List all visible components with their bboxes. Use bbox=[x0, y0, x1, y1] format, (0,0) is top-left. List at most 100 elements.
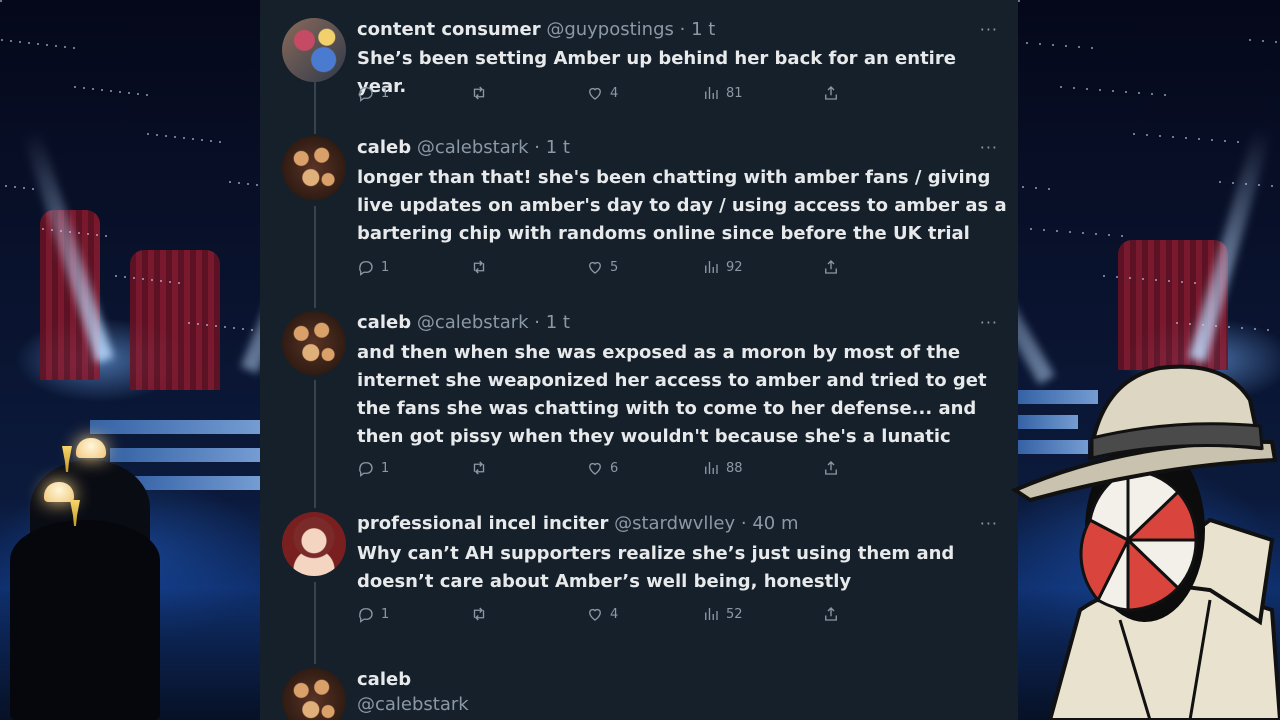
star-decoration bbox=[1241, 327, 1243, 329]
avatar[interactable] bbox=[282, 136, 346, 200]
star-decoration bbox=[119, 91, 121, 93]
reply-button[interactable]: 1 bbox=[357, 605, 389, 623]
views-button[interactable]: 81 bbox=[702, 84, 743, 102]
star-decoration bbox=[1056, 230, 1058, 232]
star-decoration bbox=[1022, 186, 1024, 188]
reply-count: 1 bbox=[381, 85, 390, 101]
views-icon bbox=[705, 462, 718, 474]
tweet-time[interactable]: · 1 t bbox=[534, 312, 570, 333]
avatar[interactable] bbox=[282, 668, 346, 720]
star-decoration bbox=[124, 276, 126, 278]
star-decoration bbox=[1091, 47, 1093, 49]
retweet-button[interactable] bbox=[470, 605, 488, 623]
star-decoration bbox=[1060, 86, 1062, 88]
views-button[interactable]: 88 bbox=[702, 459, 743, 477]
like-button[interactable]: 5 bbox=[586, 258, 618, 276]
share-button[interactable] bbox=[822, 605, 840, 623]
like-icon bbox=[589, 87, 601, 100]
tweet-time[interactable]: · 1 t bbox=[534, 137, 570, 158]
tweet[interactable]: content consumer @guypostings · 1 t ··· … bbox=[260, 18, 1018, 118]
avatar[interactable] bbox=[282, 512, 346, 576]
star-decoration bbox=[55, 45, 57, 47]
author-handle[interactable]: @calebstark bbox=[417, 312, 529, 333]
tweet[interactable]: caleb @calebstark · 1 t ··· and then whe… bbox=[260, 311, 1018, 491]
star-decoration bbox=[219, 141, 221, 143]
retweet-button[interactable] bbox=[470, 84, 488, 102]
star-decoration bbox=[10, 40, 12, 42]
more-icon[interactable]: ··· bbox=[980, 313, 998, 332]
star-decoration bbox=[1211, 139, 1213, 141]
like-icon bbox=[589, 462, 601, 475]
share-button[interactable] bbox=[822, 258, 840, 276]
like-button[interactable]: 4 bbox=[586, 605, 618, 623]
detective-mascot-illustration bbox=[1010, 364, 1280, 720]
star-decoration bbox=[14, 186, 16, 188]
retweet-icon bbox=[473, 86, 485, 100]
star-decoration bbox=[210, 140, 212, 142]
tweet-time[interactable]: · 40 m bbox=[741, 513, 799, 534]
star-decoration bbox=[1275, 41, 1277, 43]
author-handle[interactable]: @calebstark bbox=[417, 137, 529, 158]
star-decoration bbox=[188, 322, 190, 324]
avatar[interactable] bbox=[282, 311, 346, 375]
author-handle[interactable]: @stardwvlley bbox=[614, 513, 735, 534]
author-name[interactable]: caleb bbox=[357, 669, 411, 690]
star-decoration bbox=[1198, 138, 1200, 140]
tweet[interactable]: caleb @calebstark · 1 t ··· longer than … bbox=[260, 136, 1018, 286]
star-decoration bbox=[183, 137, 185, 139]
star-decoration bbox=[110, 90, 112, 92]
star-decoration bbox=[19, 41, 21, 43]
star-decoration bbox=[229, 181, 231, 183]
star-decoration bbox=[1176, 322, 1178, 324]
reply-icon bbox=[359, 608, 373, 623]
views-button[interactable]: 92 bbox=[702, 258, 743, 276]
views-button[interactable]: 52 bbox=[702, 605, 743, 623]
share-button[interactable] bbox=[822, 84, 840, 102]
star-decoration bbox=[1249, 39, 1251, 41]
star-decoration bbox=[1254, 328, 1256, 330]
star-decoration bbox=[1030, 228, 1032, 230]
more-icon[interactable]: ··· bbox=[980, 138, 998, 157]
more-icon[interactable]: ··· bbox=[980, 20, 998, 39]
tweet[interactable]: professional incel inciter @stardwvlley … bbox=[260, 512, 1018, 642]
star-decoration bbox=[1267, 329, 1269, 331]
star-decoration bbox=[1082, 232, 1084, 234]
retweet-button[interactable] bbox=[470, 459, 488, 477]
star-decoration bbox=[1108, 234, 1110, 236]
star-decoration bbox=[28, 42, 30, 44]
star-decoration bbox=[160, 280, 162, 282]
star-decoration bbox=[1155, 279, 1157, 281]
star-decoration bbox=[1202, 324, 1204, 326]
retweet-button[interactable] bbox=[470, 258, 488, 276]
star-decoration bbox=[1069, 231, 1071, 233]
star-decoration bbox=[1035, 187, 1037, 189]
reply-button[interactable]: 1 bbox=[357, 258, 389, 276]
star-decoration bbox=[1146, 134, 1148, 136]
tweet[interactable]: caleb @calebstark bbox=[260, 668, 1018, 720]
share-button[interactable] bbox=[822, 459, 840, 477]
like-button[interactable]: 4 bbox=[586, 84, 618, 102]
author-handle[interactable]: @calebstark bbox=[357, 694, 469, 715]
like-button[interactable]: 6 bbox=[586, 459, 618, 477]
like-icon bbox=[589, 608, 601, 621]
star-decoration bbox=[224, 326, 226, 328]
reply-button[interactable]: 1 bbox=[357, 459, 389, 477]
views-icon bbox=[705, 261, 718, 273]
tweet-text: Why can’t AH supporters realize she’s ju… bbox=[357, 543, 955, 592]
author-name[interactable]: caleb bbox=[357, 137, 411, 158]
star-decoration bbox=[1228, 326, 1230, 328]
more-icon[interactable]: ··· bbox=[980, 514, 998, 533]
author-handle[interactable]: @guypostings bbox=[546, 19, 674, 40]
author-name[interactable]: professional incel inciter bbox=[357, 513, 608, 534]
author-name[interactable]: content consumer bbox=[357, 19, 541, 40]
star-decoration bbox=[46, 44, 48, 46]
star-decoration bbox=[247, 183, 249, 185]
star-decoration bbox=[242, 328, 244, 330]
tweet-time[interactable]: · 1 t bbox=[680, 19, 716, 40]
author-name[interactable]: caleb bbox=[357, 312, 411, 333]
star-decoration bbox=[1164, 94, 1166, 96]
star-decoration bbox=[128, 92, 130, 94]
avatar[interactable] bbox=[282, 18, 346, 82]
reply-button[interactable]: 1 bbox=[357, 84, 389, 102]
star-decoration bbox=[1112, 90, 1114, 92]
